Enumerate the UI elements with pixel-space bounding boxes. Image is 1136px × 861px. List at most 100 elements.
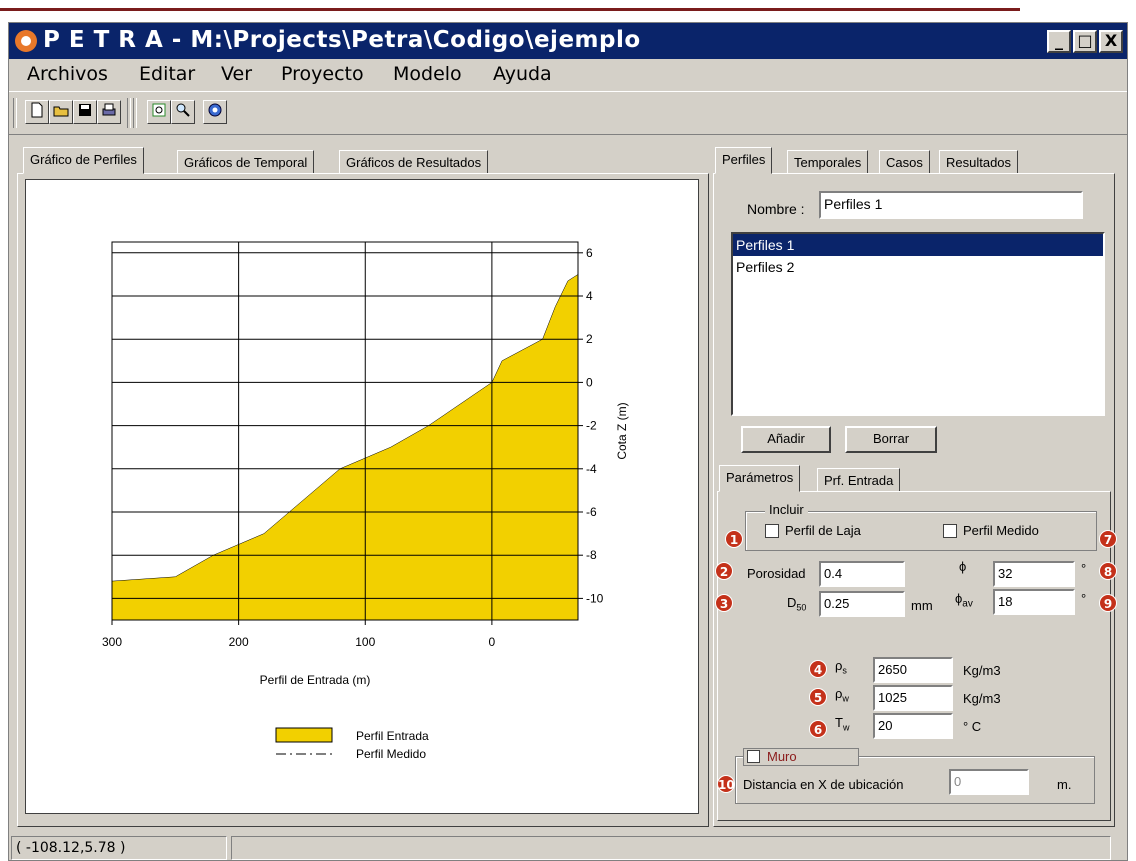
- rho-s-input[interactable]: 2650: [873, 657, 953, 683]
- close-button[interactable]: X: [1099, 30, 1123, 53]
- phi-label: ϕ: [959, 559, 967, 574]
- tab-resultados[interactable]: Resultados: [939, 150, 1019, 174]
- nombre-input[interactable]: Perfiles 1: [819, 191, 1083, 219]
- toolbar-separator: [127, 98, 131, 128]
- phi-av-input[interactable]: 18: [993, 589, 1075, 615]
- main-window: P E T R A - M:\Projects\Petra\Codigo\eje…: [8, 22, 1128, 861]
- legend-label-medido: Perfil Medido: [356, 747, 426, 761]
- status-bar: ( -108.12,5.78 ): [9, 833, 1127, 861]
- distancia-unit: m.: [1057, 777, 1072, 792]
- perfil-medido-checkbox[interactable]: [943, 524, 957, 538]
- marker-6: 6: [809, 720, 827, 738]
- new-file-icon[interactable]: [25, 100, 49, 124]
- phi-av-label: ϕav: [955, 591, 973, 610]
- tab-casos[interactable]: Casos: [879, 150, 930, 174]
- d50-symbol: D: [787, 595, 797, 610]
- d50-label: D50: [787, 595, 806, 613]
- open-folder-icon[interactable]: [49, 100, 73, 124]
- x-axis-label: Perfil de Entrada (m): [260, 673, 371, 687]
- marker-8: 8: [1099, 562, 1117, 580]
- document-header-line: [0, 0, 1136, 12]
- phi-input[interactable]: 32: [993, 561, 1075, 587]
- y-tick-label: 0: [586, 375, 593, 389]
- muro-label: Muro: [767, 749, 797, 764]
- status-cell-empty: [231, 836, 1111, 860]
- perfil-laja-checkbox[interactable]: [765, 524, 779, 538]
- muro-header: [743, 748, 859, 766]
- status-coordinates: ( -108.12,5.78 ): [11, 836, 227, 860]
- phi-unit: °: [1081, 561, 1087, 576]
- settings-gear-icon[interactable]: [203, 100, 227, 124]
- d50-unit: mm: [911, 598, 933, 613]
- print-icon[interactable]: [97, 100, 121, 124]
- tab-graficos-temporal[interactable]: Gráficos de Temporal: [177, 150, 315, 174]
- rho-w-unit: Kg/m3: [963, 691, 1001, 706]
- tab-grafico-perfiles[interactable]: Gráfico de Perfiles: [23, 147, 144, 174]
- muro-checkbox[interactable]: [747, 750, 760, 763]
- minimize-button[interactable]: _: [1047, 30, 1071, 53]
- t-w-label: Tw: [835, 715, 849, 733]
- title-bar[interactable]: P E T R A - M:\Projects\Petra\Codigo\eje…: [9, 23, 1127, 59]
- tab-parametros[interactable]: Parámetros: [719, 465, 801, 492]
- tab-prf-entrada[interactable]: Prf. Entrada: [817, 468, 901, 492]
- legend-swatch-entrada: [275, 727, 333, 743]
- header-rule: [0, 8, 1020, 11]
- y-tick-label: -8: [586, 548, 597, 562]
- app-logo-icon: [15, 30, 37, 52]
- perfil-laja-label: Perfil de Laja: [785, 523, 861, 538]
- zoom-icon[interactable]: [171, 100, 195, 124]
- rho-w-input[interactable]: 1025: [873, 685, 953, 711]
- list-item[interactable]: Perfiles 2: [733, 256, 1103, 278]
- y-tick-label: -10: [586, 591, 604, 605]
- x-tick-label: 0: [489, 635, 496, 649]
- marker-2: 2: [715, 562, 733, 580]
- menu-editar[interactable]: Editar: [139, 63, 195, 85]
- rho-s-label: ρs: [835, 658, 847, 676]
- d50-input[interactable]: 0.25: [819, 591, 905, 617]
- porosidad-input[interactable]: 0.4: [819, 561, 905, 587]
- x-tick-label: 200: [229, 635, 249, 649]
- menu-modelo[interactable]: Modelo: [393, 63, 462, 85]
- distancia-input[interactable]: 0: [949, 769, 1029, 795]
- add-button[interactable]: Añadir: [741, 426, 831, 453]
- y-axis-label: Cota Z (m): [615, 402, 629, 459]
- marker-3: 3: [715, 594, 733, 612]
- profile-chart: 6 4 2 0 -2 -4 -6 -8 -10 300 200 100 0 Perfil de Entra…: [102, 241, 629, 761]
- menu-ayuda[interactable]: Ayuda: [493, 63, 552, 85]
- toolbar: [9, 91, 1127, 135]
- perfil-entrada-area: [111, 273, 579, 621]
- tab-perfiles[interactable]: Perfiles: [715, 147, 773, 174]
- delete-button[interactable]: Borrar: [845, 426, 937, 453]
- marker-4: 4: [809, 660, 827, 678]
- y-tick-label: 6: [586, 246, 593, 260]
- perfiles-list[interactable]: Perfiles 1 Perfiles 2: [731, 232, 1105, 416]
- maximize-button[interactable]: □: [1073, 30, 1097, 53]
- y-tick-label: -4: [586, 462, 597, 476]
- save-disk-icon[interactable]: [73, 100, 97, 124]
- y-tick-label: -2: [586, 419, 597, 433]
- tab-graficos-resultados[interactable]: Gráficos de Resultados: [339, 150, 489, 174]
- distancia-label: Distancia en X de ubicación: [743, 777, 904, 792]
- legend-label-entrada: Perfil Entrada: [356, 729, 429, 743]
- marker-10: 10: [717, 775, 735, 793]
- nombre-label: Nombre :: [747, 201, 805, 217]
- t-w-input[interactable]: 20: [873, 713, 953, 739]
- marker-1: 1: [725, 530, 743, 548]
- perfil-medido-label: Perfil Medido: [963, 523, 1039, 538]
- y-tick-label: 4: [586, 289, 593, 303]
- x-tick-label: 300: [102, 635, 122, 649]
- porosidad-label: Porosidad: [747, 566, 806, 581]
- y-tick-label: -6: [586, 505, 597, 519]
- list-item[interactable]: Perfiles 1: [733, 234, 1103, 256]
- marker-5: 5: [809, 688, 827, 706]
- menu-proyecto[interactable]: Proyecto: [281, 63, 364, 85]
- menu-archivos[interactable]: Archivos: [27, 63, 108, 85]
- rho-s-subscript: s: [842, 665, 847, 676]
- menu-ver[interactable]: Ver: [221, 63, 252, 85]
- print-preview-icon[interactable]: [147, 100, 171, 124]
- t-w-subscript: w: [842, 722, 850, 733]
- toolbar-separator: [133, 98, 137, 128]
- tab-temporales[interactable]: Temporales: [787, 150, 869, 174]
- rho-w-subscript: w: [842, 693, 849, 704]
- x-tick-label: 100: [355, 635, 375, 649]
